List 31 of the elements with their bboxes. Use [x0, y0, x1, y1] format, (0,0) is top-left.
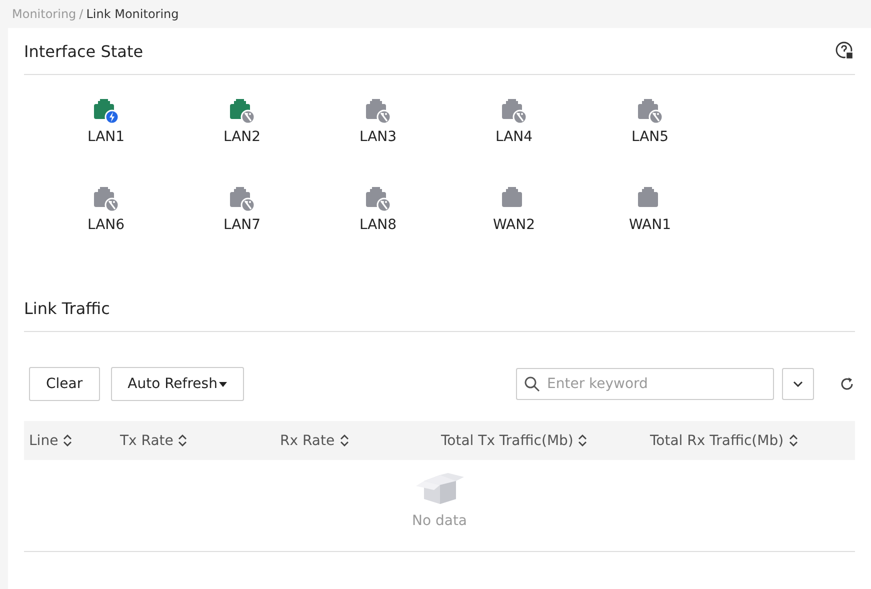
sort-icon — [578, 434, 588, 447]
port-label: LAN1 — [87, 129, 125, 145]
help-icon[interactable] — [835, 41, 855, 61]
clear-button[interactable]: Clear — [29, 367, 100, 401]
sort-icon — [63, 434, 72, 447]
port-label: LAN6 — [87, 217, 125, 233]
refresh-icon[interactable] — [839, 376, 855, 392]
section-title: Link Traffic — [24, 298, 110, 318]
sort-icon — [340, 434, 349, 447]
breadcrumb-separator: / — [79, 7, 84, 21]
sort-icon — [178, 434, 188, 447]
port-label: LAN5 — [631, 129, 669, 145]
port-label: LAN8 — [359, 217, 397, 233]
empty-box-icon — [414, 471, 466, 505]
sort-icon — [788, 434, 798, 447]
section-title: Interface State — [24, 42, 144, 60]
port-label: LAN2 — [223, 129, 261, 145]
chevron-icon — [793, 381, 803, 387]
auto-refresh-button[interactable]: Auto Refresh — [110, 367, 244, 401]
column-header[interactable]: Rx Rate — [280, 432, 349, 448]
caret-icon — [219, 382, 228, 386]
port-label: LAN7 — [223, 217, 261, 233]
breadcrumb-item: Link Monitoring — [86, 7, 179, 21]
port-label: WAN1 — [628, 217, 672, 233]
port-label: LAN3 — [359, 129, 397, 145]
column-header[interactable]: Line — [29, 432, 72, 448]
empty-message: No data — [412, 513, 468, 529]
column-header[interactable]: Tx Rate — [120, 432, 188, 448]
port-label: WAN2 — [492, 217, 536, 233]
port-label: LAN4 — [495, 129, 533, 145]
search-field[interactable]: Enter keyword — [516, 368, 774, 400]
